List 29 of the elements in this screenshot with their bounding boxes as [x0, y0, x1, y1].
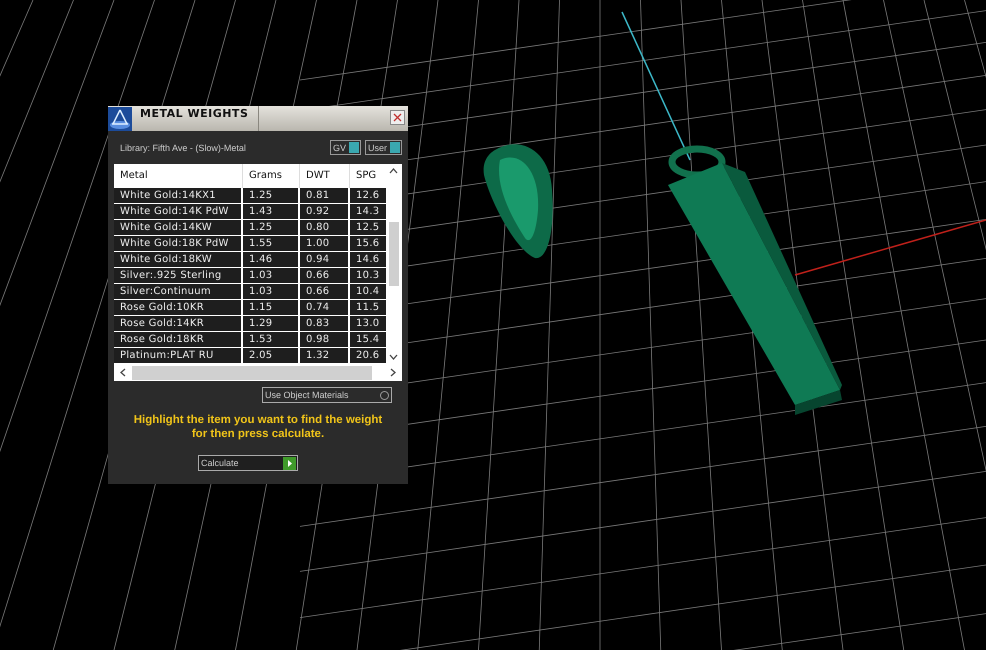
library-label: Library: Fifth Ave - (Slow)-Metal — [119, 142, 246, 152]
toggle-button[interactable]: GV — [330, 140, 361, 155]
scroll-up-icon — [389, 168, 398, 174]
scale-icon — [108, 107, 132, 131]
table-cell-text: 13.0 — [355, 317, 380, 331]
toggle-button[interactable]: User — [364, 140, 402, 155]
scroll-down-icon — [389, 354, 398, 360]
scrollbar-thumb[interactable] — [388, 222, 398, 286]
scroll-left-icon — [120, 368, 126, 377]
scroll-right-icon — [390, 368, 396, 377]
use-object-materials-toggle[interactable]: Use Object Materials — [262, 387, 392, 403]
instruction-text: Highlight the item you want to find the weight for then press calculate. — [132, 413, 384, 441]
table-cell-text: 11.5 — [355, 301, 380, 315]
table-cell-text: 14.3 — [355, 205, 380, 219]
close-button[interactable] — [390, 110, 405, 125]
table-cell-text: 10.4 — [355, 285, 380, 299]
table-cell-text: 10.3 — [355, 269, 380, 283]
scrollbar-thumb[interactable] — [132, 366, 372, 380]
play-icon — [283, 456, 296, 470]
table-cell-text: 15.4 — [355, 333, 380, 347]
window-title: METAL WEIGHTS — [139, 106, 250, 122]
column-header[interactable]: SPG — [350, 164, 386, 188]
table-cell-text: 20.6 — [355, 349, 380, 363]
table-cell-text: 14.6 — [355, 253, 380, 267]
table-cell-text: 12.6 — [355, 189, 380, 203]
table-cell-text: 15.6 — [355, 237, 380, 251]
close-icon — [393, 113, 402, 122]
calculate-button[interactable]: Calculate — [198, 455, 298, 471]
table-cell-text: 12.5 — [355, 221, 380, 235]
